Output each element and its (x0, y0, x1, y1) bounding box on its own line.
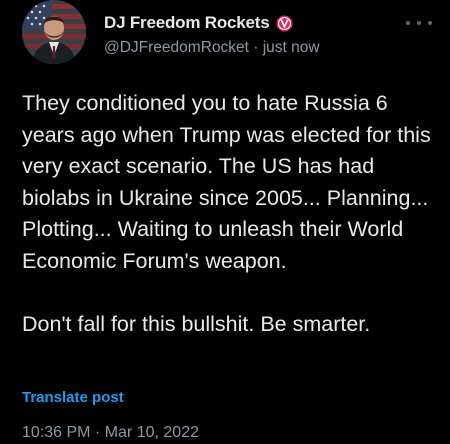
more-horizontal-icon[interactable] (406, 16, 432, 30)
translate-post-link[interactable]: Translate post (22, 389, 124, 406)
post-timestamp[interactable]: 10:36 PM · Mar 10, 2022 (22, 424, 199, 442)
dot (406, 21, 410, 25)
post-text: They conditioned you to hate Russia 6 ye… (22, 88, 442, 340)
author-name-row: DJ Freedom Rockets (104, 12, 293, 34)
post-paragraph-2: Don't fall for this bullshit. Be smarter… (22, 311, 371, 336)
post-paragraph-1: They conditioned you to hate Russia 6 ye… (22, 91, 431, 273)
display-name[interactable]: DJ Freedom Rockets (104, 13, 270, 33)
avatar-image (22, 0, 86, 64)
avatar[interactable] (22, 0, 86, 64)
verified-badge-icon (275, 14, 293, 32)
post-card: DJ Freedom Rockets @DJFreedomRocket · ju… (0, 0, 450, 444)
dot (428, 21, 432, 25)
handle-and-time[interactable]: @DJFreedomRocket · just now (104, 39, 320, 57)
dot (417, 21, 421, 25)
